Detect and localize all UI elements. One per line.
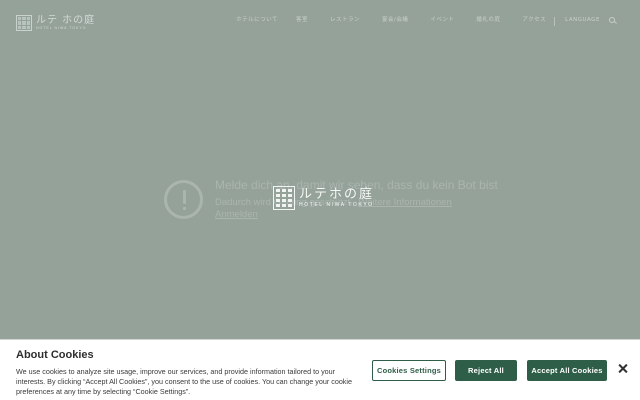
cookie-banner-title: About Cookies: [16, 349, 94, 361]
language-selector[interactable]: LANGUAGE: [565, 17, 600, 24]
nav-divider: [554, 17, 556, 26]
logo-japanese-text: ルテ ホの庭: [36, 15, 96, 26]
nav-item-about[interactable]: ホテルについて: [236, 17, 278, 24]
nav-item-access[interactable]: アクセス: [522, 17, 546, 24]
main-nav: ホテルについて 客室 レストラン 宴会/会議 イベント 婚礼の庭 アクセス LA…: [236, 17, 615, 26]
nav-item-events[interactable]: イベント: [430, 17, 454, 24]
center-logo-japanese-text: ルテホの庭: [299, 187, 375, 202]
cookie-settings-button[interactable]: Cookies Settings: [372, 360, 446, 381]
nav-item-banquet[interactable]: 宴会/会議: [382, 17, 408, 24]
accept-all-cookies-button[interactable]: Accept All Cookies: [527, 360, 607, 381]
logo-english-text: HOTEL NIWA TOKYO: [36, 26, 87, 30]
cookie-banner: About Cookies We use cookies to analyze …: [0, 339, 640, 400]
search-icon[interactable]: [608, 17, 615, 23]
center-logo-english-text: HOTEL NIWA TOKYO: [299, 202, 374, 208]
center-logo: ルテホの庭 HOTEL NIWA TOKYO: [273, 186, 374, 210]
center-logo-mark-icon: [273, 186, 295, 210]
warning-icon: [164, 180, 203, 219]
cookie-banner-text: We use cookies to analyze site usage, im…: [16, 367, 352, 396]
reject-all-button[interactable]: Reject All: [455, 360, 517, 381]
sign-in-link[interactable]: Anmelden: [215, 209, 258, 220]
nav-item-wedding[interactable]: 婚礼の庭: [476, 17, 500, 24]
header-logo[interactable]: ルテ ホの庭 HOTEL NIWA TOKYO: [16, 15, 95, 31]
nav-item-restaurant[interactable]: レストラン: [330, 17, 360, 24]
logo-mark-icon: [16, 15, 32, 31]
nav-item-rooms[interactable]: 客室: [296, 17, 308, 24]
close-icon[interactable]: [617, 363, 629, 375]
